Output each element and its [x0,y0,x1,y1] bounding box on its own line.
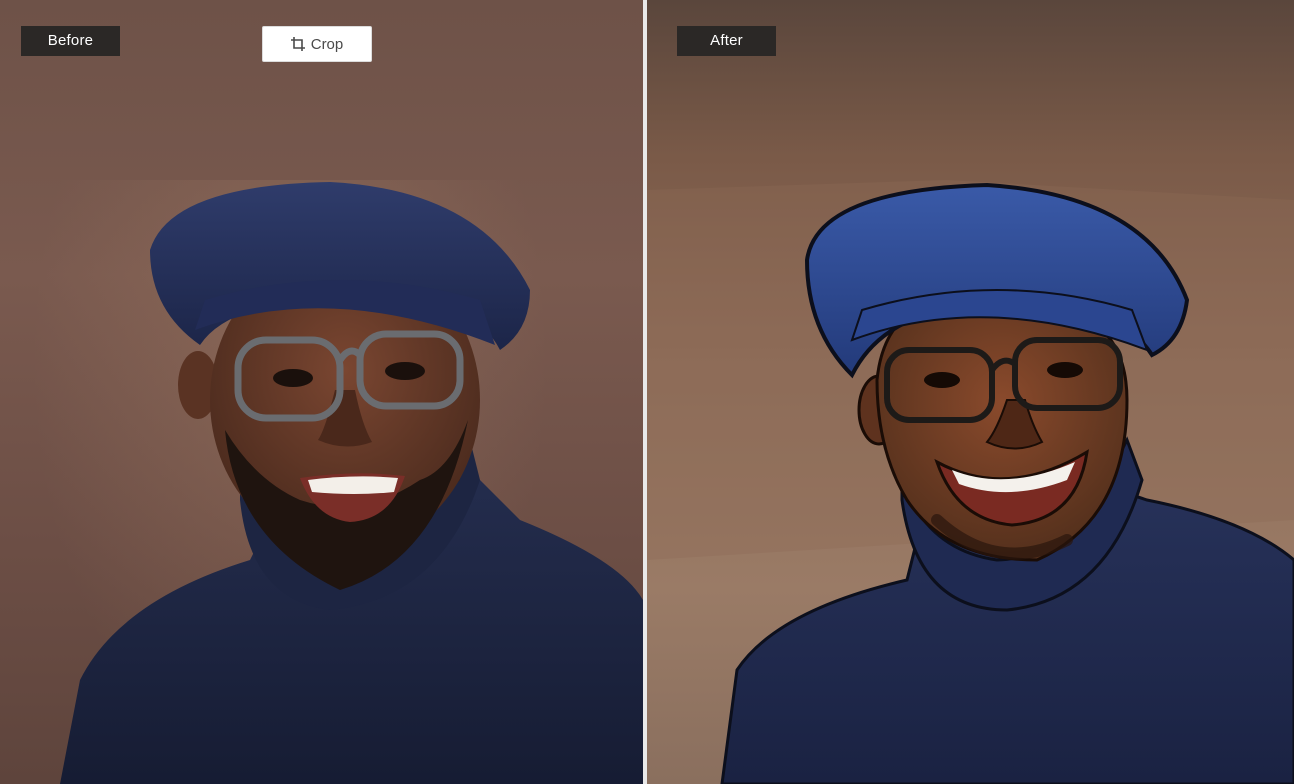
crop-icon [290,37,305,51]
after-portrait-cartoon [647,180,1294,784]
after-label: After [677,26,776,56]
crop-button-label: Crop [310,35,344,53]
after-image-pane [647,0,1294,784]
before-image-pane [0,0,643,784]
before-label: Before [21,26,120,56]
crop-button[interactable]: Crop [262,26,372,62]
before-portrait-photo [60,182,643,784]
